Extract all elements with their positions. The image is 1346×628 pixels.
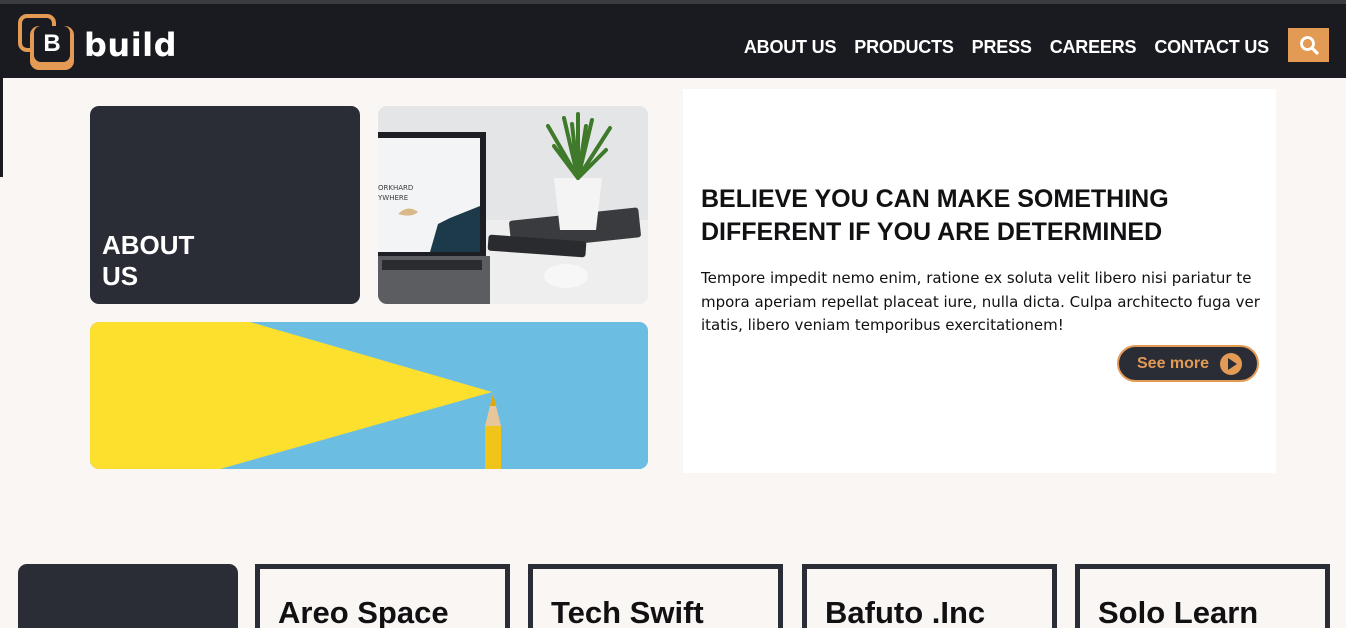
about-tile: ABOUT US <box>90 106 360 304</box>
company-name: Solo Learn <box>1098 595 1259 628</box>
nav-press[interactable]: PRESS <box>972 34 1032 60</box>
company-card[interactable]: Solo Learn <box>1075 564 1330 628</box>
hero-body: Tempore impedit nemo enim, ratione ex so… <box>701 269 1260 334</box>
hero-card: BELIEVE YOU CAN MAKE SOMETHING DIFFERENT… <box>683 89 1276 473</box>
hero-heading: BELIEVE YOU CAN MAKE SOMETHING DIFFERENT… <box>701 185 1169 246</box>
nav-careers[interactable]: CAREERS <box>1050 34 1137 60</box>
nav-contact-us[interactable]: CONTACT US <box>1154 34 1269 60</box>
main-nav: ABOUT US PRODUCTS PRESS CAREERS CONTACT … <box>726 34 1269 60</box>
company-name: Tech Swift <box>551 595 704 628</box>
laptop-screen-text-1: ORKHARD <box>378 184 413 192</box>
search-button[interactable] <box>1288 28 1329 62</box>
company-name: Areo Space <box>278 595 449 628</box>
company-card[interactable]: Bafuto .Inc <box>802 564 1057 628</box>
laptop-screen-text-2: YWHERE <box>378 194 408 202</box>
pencil-photo <box>90 322 648 469</box>
about-title: ABOUT US <box>102 230 195 291</box>
pencil-illustration <box>90 322 648 469</box>
see-more-label: See more <box>1137 354 1210 372</box>
laptop-photo: ORKHARD YWHERE <box>378 106 648 304</box>
play-circle-icon <box>1220 353 1242 375</box>
nav-about-us[interactable]: ABOUT US <box>744 34 837 60</box>
left-edge-strip <box>0 78 3 177</box>
see-more-button[interactable]: See more <box>1117 345 1259 382</box>
search-icon <box>1299 36 1319 55</box>
logo[interactable]: B build <box>16 14 196 76</box>
logo-wordmark: build <box>84 26 178 64</box>
laptop-illustration: ORKHARD YWHERE <box>378 106 648 304</box>
nav-products[interactable]: PRODUCTS <box>854 34 954 60</box>
companies-intro-block <box>18 564 238 628</box>
logo-letter: B <box>34 26 70 62</box>
company-card[interactable]: Tech Swift <box>528 564 783 628</box>
navbar: B build ABOUT US PRODUCTS PRESS CAREERS … <box>0 4 1346 78</box>
company-name: Bafuto .Inc <box>825 595 986 628</box>
company-card[interactable]: Areo Space <box>255 564 510 628</box>
